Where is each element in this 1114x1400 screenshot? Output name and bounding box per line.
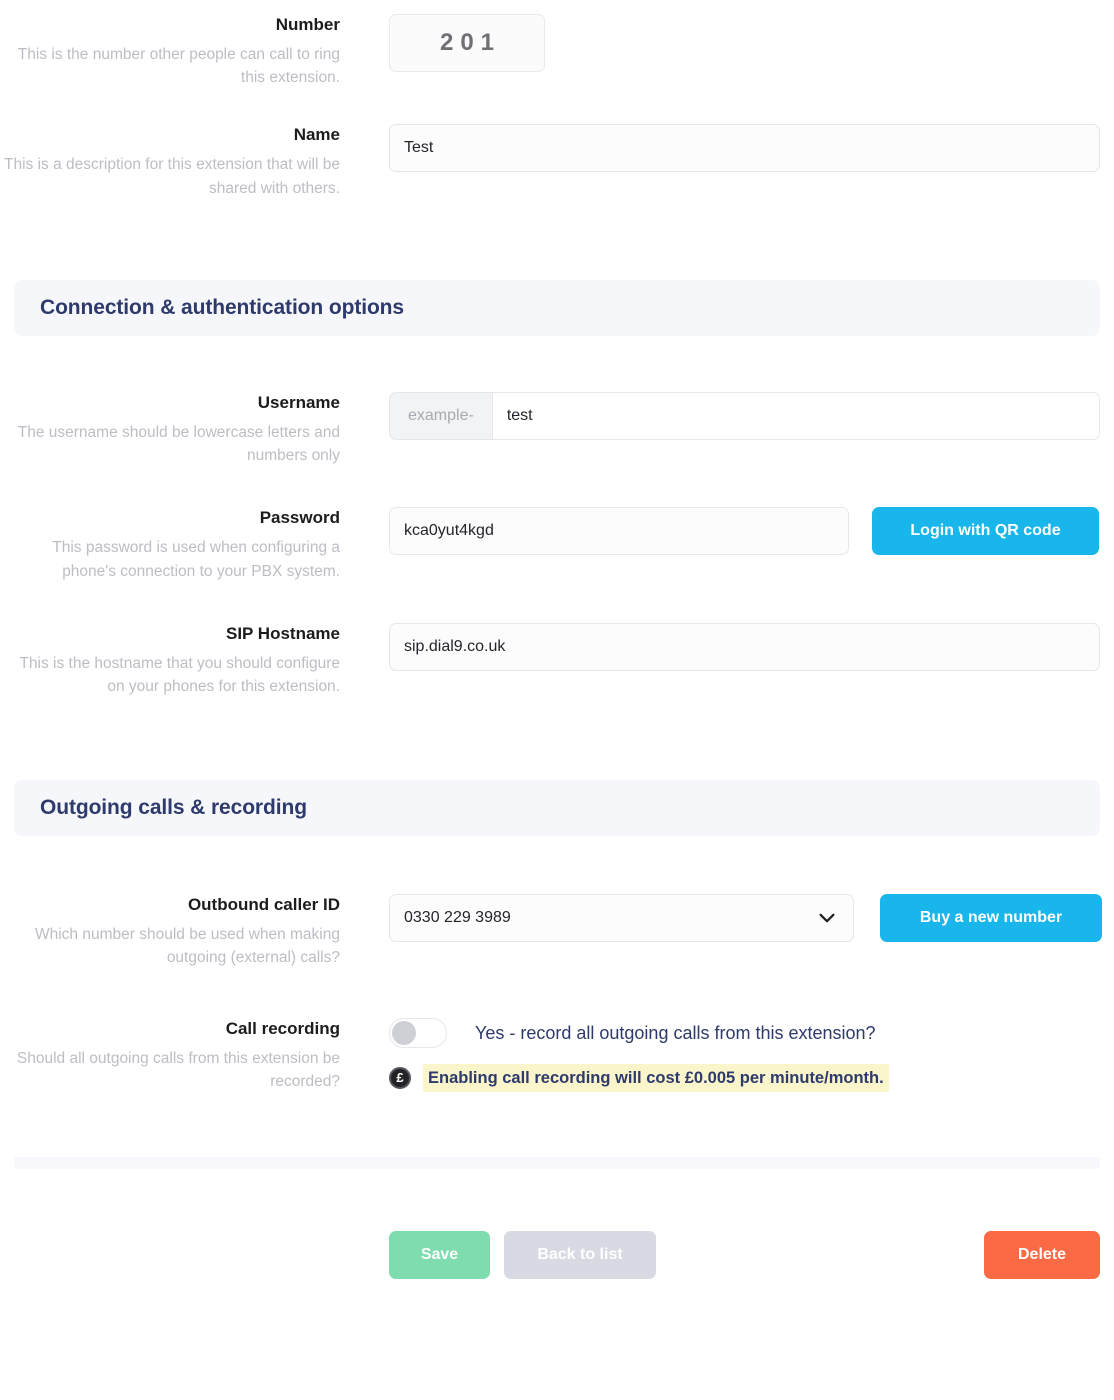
call-recording-label-column: Call recording Should all outgoing calls… bbox=[0, 1018, 340, 1093]
login-with-qr-code-button[interactable]: Login with QR code bbox=[872, 507, 1099, 556]
name-label: Name bbox=[293, 125, 340, 145]
form-row-password: Password This password is used when conf… bbox=[0, 507, 1114, 582]
outbound-caller-id-field-column: Buy a new number bbox=[340, 894, 1114, 943]
number-help-text: This is the number other people can call… bbox=[17, 45, 340, 87]
back-to-list-button[interactable]: Back to list bbox=[504, 1231, 656, 1280]
call-recording-toggle-label: Yes - record all outgoing calls from thi… bbox=[475, 1022, 876, 1043]
sip-hostname-input[interactable] bbox=[389, 622, 1100, 671]
name-help-text: This is a description for this extension… bbox=[4, 156, 340, 197]
name-field-column bbox=[340, 124, 1114, 173]
username-field-column: example- bbox=[340, 391, 1114, 440]
form-row-username: Username The username should be lowercas… bbox=[0, 391, 1114, 467]
form-row-call-recording: Call recording Should all outgoing calls… bbox=[0, 1017, 1114, 1093]
call-recording-cost-text: Enabling call recording will cost £0.005… bbox=[423, 1063, 889, 1092]
extension-settings-form: Number This is the number other people c… bbox=[0, 0, 1114, 1400]
username-input[interactable] bbox=[492, 391, 1100, 440]
form-row-number: Number This is the number other people c… bbox=[0, 14, 1114, 89]
outbound-caller-id-label-column: Outbound caller ID Which number should b… bbox=[0, 894, 340, 969]
name-label-column: Name This is a description for this exte… bbox=[0, 124, 340, 199]
call-recording-toggle-row: Yes - record all outgoing calls from thi… bbox=[389, 1017, 1114, 1048]
password-input[interactable] bbox=[389, 507, 849, 556]
call-recording-cost-notice: £ Enabling call recording will cost £0.0… bbox=[389, 1063, 1114, 1092]
outbound-caller-id-help-text: Which number should be used when making … bbox=[34, 926, 340, 967]
password-label-column: Password This password is used when conf… bbox=[0, 507, 340, 582]
number-field-column: 201 bbox=[340, 14, 1114, 72]
name-input[interactable] bbox=[389, 124, 1100, 173]
section-outgoing-calls-recording: Outgoing calls & recording bbox=[14, 780, 1100, 837]
username-label-column: Username The username should be lowercas… bbox=[0, 392, 340, 467]
form-row-sip-hostname: SIP Hostname This is the hostname that y… bbox=[0, 622, 1114, 698]
sip-hostname-label: SIP Hostname bbox=[225, 623, 340, 643]
call-recording-toggle[interactable] bbox=[389, 1017, 447, 1048]
username-prefix-addon: example- bbox=[389, 391, 493, 440]
password-help-text: This password is used when configuring a… bbox=[52, 539, 340, 580]
call-recording-field-column: Yes - record all outgoing calls from thi… bbox=[340, 1017, 1114, 1092]
sip-hostname-label-column: SIP Hostname This is the hostname that y… bbox=[0, 623, 340, 698]
section-outgoing-title: Outgoing calls & recording bbox=[40, 796, 307, 820]
number-label: Number bbox=[275, 15, 340, 34]
call-recording-help-text: Should all outgoing calls from this exte… bbox=[16, 1049, 340, 1090]
outbound-caller-id-select[interactable] bbox=[389, 894, 854, 943]
delete-button[interactable]: Delete bbox=[984, 1231, 1100, 1280]
username-help-text: The username should be lowercase letters… bbox=[17, 423, 340, 465]
section-connection-title: Connection & authentication options bbox=[40, 295, 404, 319]
buy-a-new-number-button[interactable]: Buy a new number bbox=[880, 894, 1102, 943]
password-label: Password bbox=[259, 508, 340, 528]
call-recording-label: Call recording bbox=[225, 1018, 340, 1038]
sip-hostname-field-column bbox=[340, 622, 1114, 671]
password-field-column: Login with QR code bbox=[340, 507, 1114, 556]
outbound-caller-id-label: Outbound caller ID bbox=[187, 895, 340, 915]
footer-divider bbox=[14, 1157, 1100, 1170]
sip-hostname-help-text: This is the hostname that you should con… bbox=[19, 654, 340, 695]
username-input-group: example- bbox=[389, 391, 1100, 440]
footer-actions: Save Back to list Delete bbox=[0, 1231, 1114, 1280]
section-connection-authentication: Connection & authentication options bbox=[14, 279, 1100, 336]
outbound-caller-id-select-wrapper[interactable] bbox=[389, 894, 854, 943]
username-label: Username bbox=[257, 392, 340, 412]
save-button[interactable]: Save bbox=[389, 1231, 490, 1280]
pound-coin-icon: £ bbox=[389, 1066, 411, 1089]
number-value-box: 201 bbox=[389, 14, 545, 72]
form-row-name: Name This is a description for this exte… bbox=[0, 124, 1114, 199]
form-row-outbound-caller-id: Outbound caller ID Which number should b… bbox=[0, 894, 1114, 969]
number-label-column: Number This is the number other people c… bbox=[0, 14, 340, 89]
toggle-knob bbox=[392, 1020, 416, 1045]
